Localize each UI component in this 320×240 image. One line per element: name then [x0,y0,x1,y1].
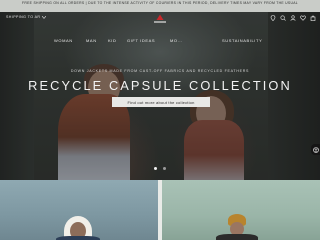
carousel-dots [154,167,166,170]
accessibility-badge[interactable] [311,144,320,155]
tile-model [216,234,258,240]
brand-logo[interactable] [153,14,167,24]
nav-item-gift-ideas[interactable]: GIFT IDEAS [127,38,155,43]
shipping-label: SHIPPING TO AR [6,15,41,19]
nav-item-more[interactable]: MO... [170,38,183,43]
top-header: SHIPPING TO AR [0,14,320,26]
hero-subtitle: DOWN JACKETS MADE FROM CAST-OFF FABRICS … [70,69,250,73]
accessibility-icon [312,146,319,153]
find-out-more-button[interactable]: Find out more about the collection [112,97,210,107]
wishlist-icon[interactable] [300,15,306,21]
search-icon[interactable] [280,15,286,21]
promo-bar: FREE SHIPPING ON ALL ORDERS | DUE TO THE… [0,0,320,12]
shipping-country-selector[interactable]: SHIPPING TO AR [6,15,46,19]
location-icon[interactable] [270,15,276,21]
carousel-dot[interactable] [163,167,166,170]
chevron-down-icon [41,15,46,19]
nav-item-sustainability[interactable]: SUSTAINABILITY [222,38,262,43]
user-icon[interactable] [290,15,296,21]
promo-tile-right[interactable] [162,180,320,240]
hero-headline: RECYCLE CAPSULE COLLECTION [28,78,292,93]
nav-item-woman[interactable]: WOMAN [54,38,73,43]
carousel-dot[interactable] [154,167,157,170]
nav-item-kid[interactable]: KID [108,38,116,43]
main-navigation: WOMAN MAN KID GIFT IDEAS MO... SUSTAINAB… [0,38,320,48]
tile-model [56,236,100,240]
nav-item-man[interactable]: MAN [86,38,97,43]
promo-tile-left[interactable] [0,180,158,240]
bag-icon[interactable] [310,15,316,21]
promo-text: FREE SHIPPING ON ALL ORDERS | DUE TO THE… [22,1,298,5]
